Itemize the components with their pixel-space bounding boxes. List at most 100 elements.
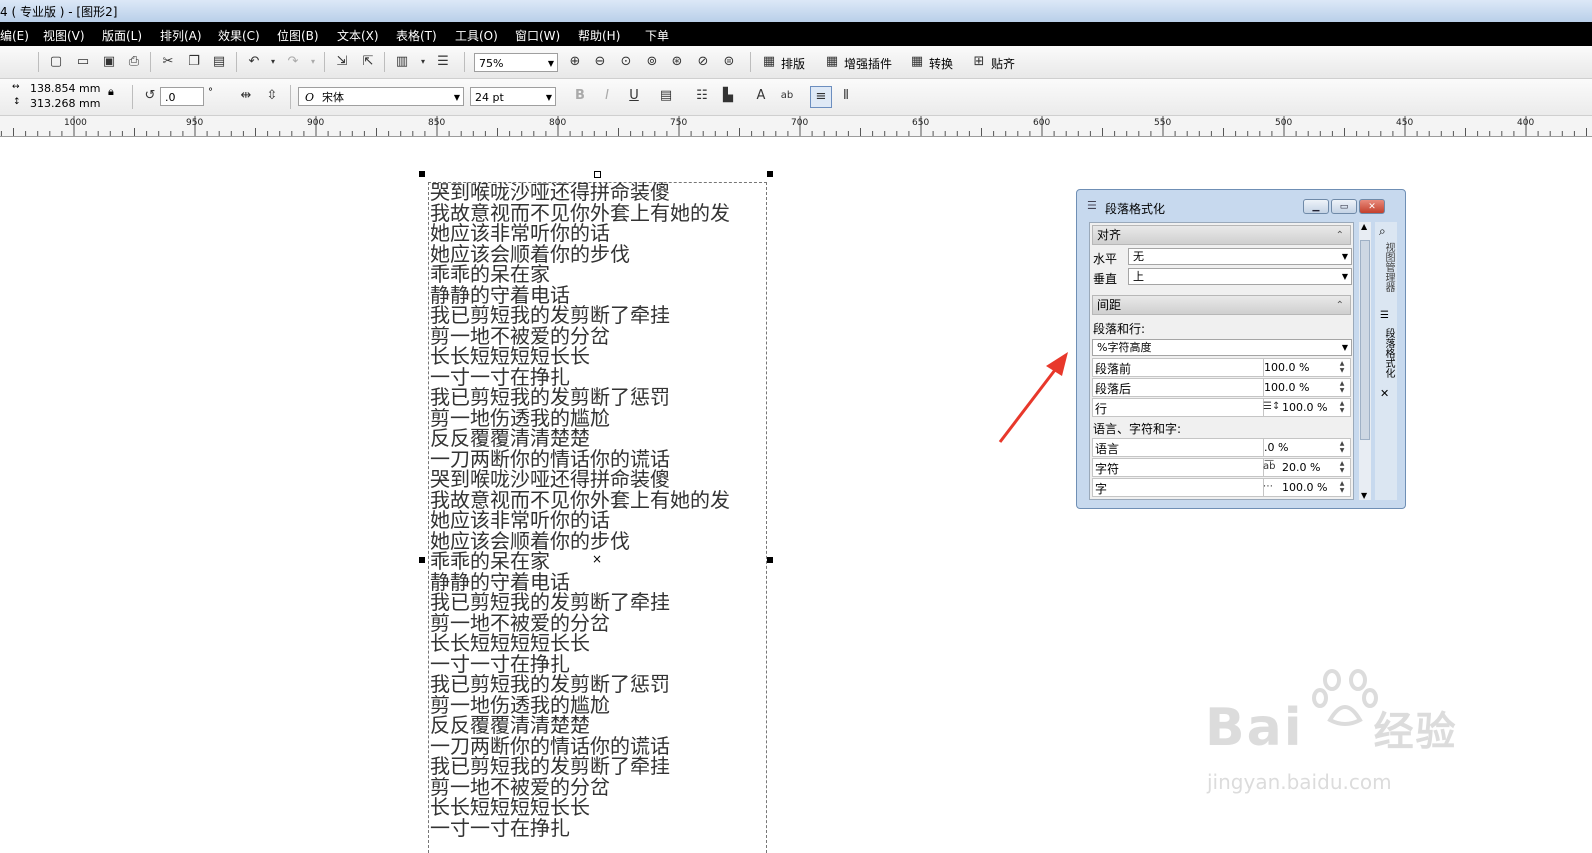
language-value[interactable]: .0 % [1264,441,1288,454]
vertical-align-select[interactable]: 上 ▼ [1128,268,1352,285]
menu-effects[interactable]: 效果(C) [218,27,260,44]
zoom-all-icon[interactable]: ⊚ [642,52,662,72]
before-paragraph-value[interactable]: 100.0 % [1264,361,1309,374]
horizontal-text-icon[interactable]: ≡ [810,86,832,108]
selection-handle[interactable] [419,171,425,177]
center-marker-icon[interactable]: × [592,552,602,566]
character-row[interactable]: 字符 a͞b 20.0 % ▲ ▼ [1092,458,1351,477]
italic-icon[interactable]: I [597,86,617,106]
menu-text[interactable]: 文本(X) [337,27,379,44]
spinner-icon[interactable]: ▲ ▼ [1336,380,1348,395]
tab-view-manager[interactable]: 视图管理器 [1378,242,1394,292]
magnifier-icon[interactable]: ⌕ [1379,224,1386,239]
vertical-text-icon[interactable]: ⦀ [836,86,856,106]
selection-handle[interactable] [767,557,773,563]
redo-dropdown-icon[interactable]: ▾ [303,52,323,72]
menu-tools[interactable]: 工具(O) [455,27,498,44]
convert-icon[interactable]: ▦ [907,52,927,72]
plugins-button[interactable]: 增强插件 [844,55,892,72]
lock-ratio-icon[interactable]: 🔒︎ [108,85,114,99]
save-icon[interactable]: ▣ [99,52,119,72]
import-icon[interactable]: ⇲ [332,52,352,72]
snap-icon[interactable]: ⊞ [969,52,989,72]
drop-cap-icon[interactable]: ▙ [718,86,738,106]
zoom-select[interactable]: 75% ▼ [474,53,558,72]
open-folder-icon[interactable]: ▭ [73,52,93,72]
selection-handle[interactable] [594,171,601,178]
zoom-in-icon[interactable]: ⊕ [565,52,585,72]
character-value[interactable]: 20.0 % [1282,461,1320,474]
spinner-icon[interactable]: ▲ ▼ [1336,400,1348,415]
cut-icon[interactable]: ✂ [158,52,178,72]
export-icon[interactable]: ⇱ [358,52,378,72]
layout-button[interactable]: 排版 [781,55,805,72]
language-row[interactable]: 语言 .0 % ▲ ▼ [1092,438,1351,457]
spacing-unit-select[interactable]: %字符高度 ▼ [1092,339,1352,356]
close-icon[interactable]: ✕ [1359,199,1385,214]
scroll-down-icon[interactable]: ▼ [1361,491,1367,500]
spinner-icon[interactable]: ▲ ▼ [1336,480,1348,495]
rotation-field[interactable]: .0 [160,87,204,106]
underline-icon[interactable]: U [624,86,644,106]
new-file-icon[interactable]: ▢ [46,52,66,72]
plugins-icon[interactable]: ▦ [822,52,842,72]
zoom-width-icon[interactable]: ⊘ [693,52,713,72]
menu-view[interactable]: 视图(V) [43,27,85,44]
line-spacing-value[interactable]: 100.0 % [1282,401,1327,414]
spinner-icon[interactable]: ▲ ▼ [1336,360,1348,375]
menu-table[interactable]: 表格(T) [396,27,437,44]
bold-icon[interactable]: B [570,86,590,106]
undo-dropdown-icon[interactable]: ▾ [263,52,283,72]
line-spacing-row[interactable]: 行 ☰↕ 100.0 % ▲ ▼ [1092,398,1351,417]
options-icon[interactable]: ☰ [433,52,453,72]
word-row[interactable]: 字 ⋯ 100.0 % ▲ ▼ [1092,478,1351,497]
publish-dropdown-icon[interactable]: ▾ [413,52,433,72]
maximize-icon[interactable]: ▭ [1331,199,1357,214]
selection-handle[interactable] [419,557,425,563]
tab-paragraph-format[interactable]: 段落格式化 [1378,328,1394,378]
zoom-out-icon[interactable]: ⊖ [590,52,610,72]
font-size-select[interactable]: 24 pt ▼ [470,87,556,106]
panel-scrollbar[interactable]: ▲ ▼ [1359,222,1371,500]
panel-menu-icon[interactable]: ☰ [1087,199,1097,212]
mirror-horizontal-icon[interactable]: ⇹ [236,86,256,106]
paste-icon[interactable]: ▤ [209,52,229,72]
font-select[interactable]: O 宋体 ▼ [298,87,464,106]
height-field[interactable]: 313.268 mm [30,97,100,110]
menu-layout[interactable]: 版面(L) [102,27,142,44]
menu-arrange[interactable]: 排列(A) [160,27,202,44]
menu-edit[interactable]: 编(E) [0,27,29,44]
horizontal-ruler[interactable]: 1000 950 900 850 800 750 700 650 600 550… [0,116,1592,137]
zoom-page-icon[interactable]: ⊛ [667,52,687,72]
selection-handle[interactable] [767,171,773,177]
minimize-icon[interactable]: ▁ [1303,199,1329,214]
align-section-header[interactable]: 对齐 ⌃ [1092,225,1351,245]
character-format-icon[interactable]: A [751,86,771,106]
copy-icon[interactable]: ❐ [184,52,204,72]
scroll-up-icon[interactable]: ▲ [1361,222,1367,231]
text-align-icon[interactable]: ▤ [656,86,676,106]
close-tab-icon[interactable]: ✕ [1380,387,1389,400]
spinner-icon[interactable]: ▲ ▼ [1336,440,1348,455]
word-value[interactable]: 100.0 % [1282,481,1327,494]
bullet-list-icon[interactable]: ☷ [692,86,712,106]
print-icon[interactable]: ⎙ [124,52,144,72]
paragraph-text[interactable]: 哭到喉咙沙哑还得拼命装傻 我故意视而不见你外套上有她的发 她应该非常听你的话 她… [430,182,770,838]
spacing-section-header[interactable]: 间距 ⌃ [1092,295,1351,315]
spinner-icon[interactable]: ▲ ▼ [1336,460,1348,475]
snap-button[interactable]: 贴齐 [991,55,1015,72]
layout-icon[interactable]: ▦ [759,52,779,72]
menu-bitmap[interactable]: 位图(B) [277,27,319,44]
convert-button[interactable]: 转换 [929,55,953,72]
mirror-vertical-icon[interactable]: ⇳ [262,86,282,106]
menu-window[interactable]: 窗口(W) [515,27,560,44]
zoom-selected-icon[interactable]: ⊙ [616,52,636,72]
before-paragraph-row[interactable]: 段落前 100.0 % ▲ ▼ [1092,358,1351,377]
edit-text-icon[interactable]: ab [777,86,797,106]
menu-help[interactable]: 帮助(H) [578,27,620,44]
publish-icon[interactable]: ▥ [392,52,412,72]
redo-icon[interactable]: ↷ [283,52,303,72]
width-field[interactable]: 138.854 mm [30,82,100,95]
after-paragraph-value[interactable]: 100.0 % [1264,381,1309,394]
menu-order[interactable]: 下单 [645,27,669,44]
